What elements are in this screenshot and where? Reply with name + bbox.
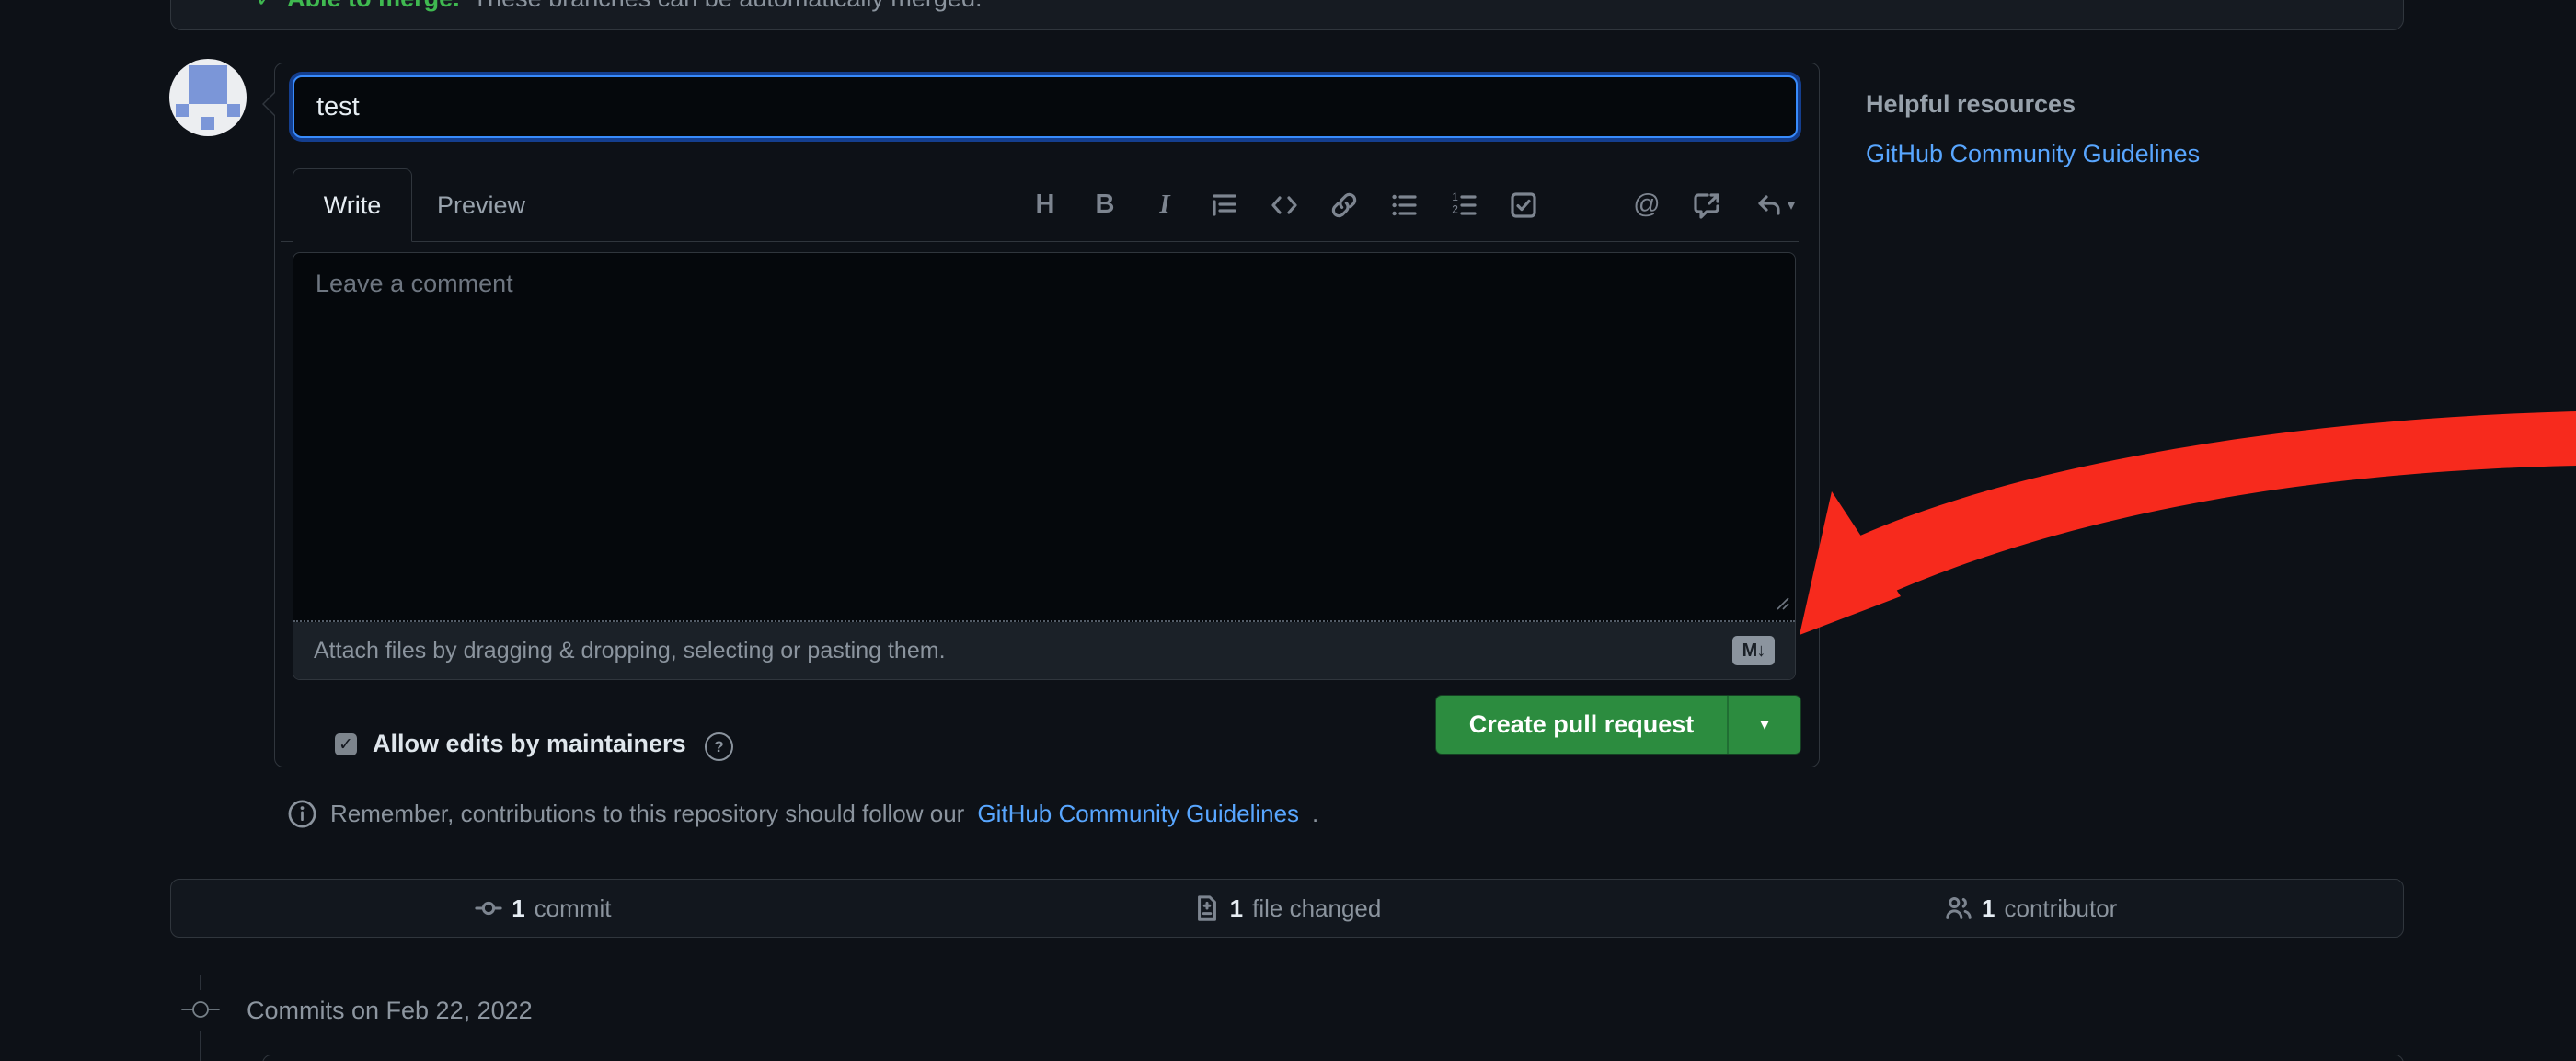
checkbox-check-icon: ✓: [339, 736, 353, 754]
attach-files-bar[interactable]: Attach files by dragging & dropping, sel…: [293, 622, 1795, 679]
markdown-toolbar: H B I 12 @: [1057, 168, 1799, 241]
code-icon[interactable]: [1269, 190, 1300, 221]
reminder-text: Remember, contributions to this reposito…: [330, 800, 964, 828]
create-pr-dropdown[interactable]: ▾: [1729, 696, 1800, 754]
tasklist-icon[interactable]: [1508, 190, 1539, 221]
bold-icon[interactable]: B: [1089, 190, 1121, 221]
merge-status-row: ✓ Able to merge. These branches can be a…: [256, 0, 982, 14]
comment-area-wrap: [293, 253, 1795, 622]
italic-icon[interactable]: I: [1149, 190, 1180, 221]
attach-hint: Attach files by dragging & dropping, sel…: [314, 638, 946, 664]
allow-edits-label: Allow edits by maintainers: [373, 730, 686, 758]
commit-list-box: [262, 1055, 2404, 1061]
merge-status-text: Able to merge.: [287, 0, 460, 12]
quote-icon[interactable]: [1209, 190, 1240, 221]
people-icon: [1945, 894, 1972, 922]
comment-textarea[interactable]: [293, 253, 1795, 620]
sidebar-guidelines-link[interactable]: GitHub Community Guidelines: [1866, 140, 2200, 168]
pull-request-page: ✓ Able to merge. These branches can be a…: [0, 0, 2576, 1061]
timeline-line: [200, 975, 201, 990]
reply-icon[interactable]: ▾: [1751, 190, 1799, 221]
unordered-list-icon[interactable]: [1388, 190, 1420, 221]
check-icon: ✓: [256, 0, 274, 14]
commit-timeline-icon: [180, 998, 221, 1025]
guidelines-link[interactable]: GitHub Community Guidelines: [977, 800, 1299, 828]
markdown-icon[interactable]: M↓: [1732, 636, 1775, 665]
tab-write[interactable]: Write: [293, 168, 412, 242]
tab-write-label: Write: [324, 191, 382, 220]
dropdown-caret-icon: ▾: [1760, 714, 1769, 735]
stat-files-changed[interactable]: 1 file changed: [915, 880, 1660, 937]
allow-edits-checkbox[interactable]: ✓: [335, 733, 357, 755]
commits-date-heading: Commits on Feb 22, 2022: [247, 997, 533, 1025]
stat-contributors[interactable]: 1 contributor: [1659, 880, 2403, 937]
svg-text:2: 2: [1452, 202, 1458, 215]
git-commit-icon: [475, 894, 502, 922]
info-icon: [287, 799, 317, 829]
identicon-pattern: [176, 65, 240, 130]
tab-preview-label: Preview: [437, 191, 525, 220]
merge-status-message: These branches can be automatically merg…: [473, 0, 983, 12]
pr-title-input[interactable]: [293, 75, 1798, 138]
link-icon[interactable]: [1328, 190, 1360, 221]
stat-commits[interactable]: 1 commit: [171, 880, 915, 937]
guidelines-reminder: Remember, contributions to this reposito…: [287, 799, 1318, 829]
mention-icon[interactable]: @: [1631, 190, 1662, 221]
comment-editor: Attach files by dragging & dropping, sel…: [293, 252, 1796, 680]
help-icon[interactable]: ?: [705, 732, 733, 761]
svg-text:1: 1: [1452, 190, 1458, 203]
pr-compose-card: Write Preview H B I 12: [274, 63, 1820, 767]
tab-preview[interactable]: Preview: [412, 168, 550, 242]
heading-icon[interactable]: H: [1029, 190, 1061, 221]
resize-handle[interactable]: [1772, 593, 1790, 616]
avatar: [169, 59, 247, 136]
file-diff-icon: [1193, 894, 1221, 922]
merge-status-banner: ✓ Able to merge. These branches can be a…: [170, 0, 2404, 30]
reminder-period: .: [1312, 800, 1318, 828]
pr-stats-bar: 1 commit 1 file changed 1 contributor: [170, 879, 2404, 938]
ordered-list-icon[interactable]: 12: [1448, 190, 1479, 221]
helpful-resources-heading: Helpful resources: [1866, 90, 2076, 119]
cross-reference-icon[interactable]: [1691, 190, 1722, 221]
create-pr-button-group: Create pull request ▾: [1436, 696, 1800, 754]
reply-caret-icon: ▾: [1788, 196, 1796, 214]
timeline-line: [200, 1031, 201, 1061]
create-pr-button[interactable]: Create pull request: [1436, 696, 1727, 754]
